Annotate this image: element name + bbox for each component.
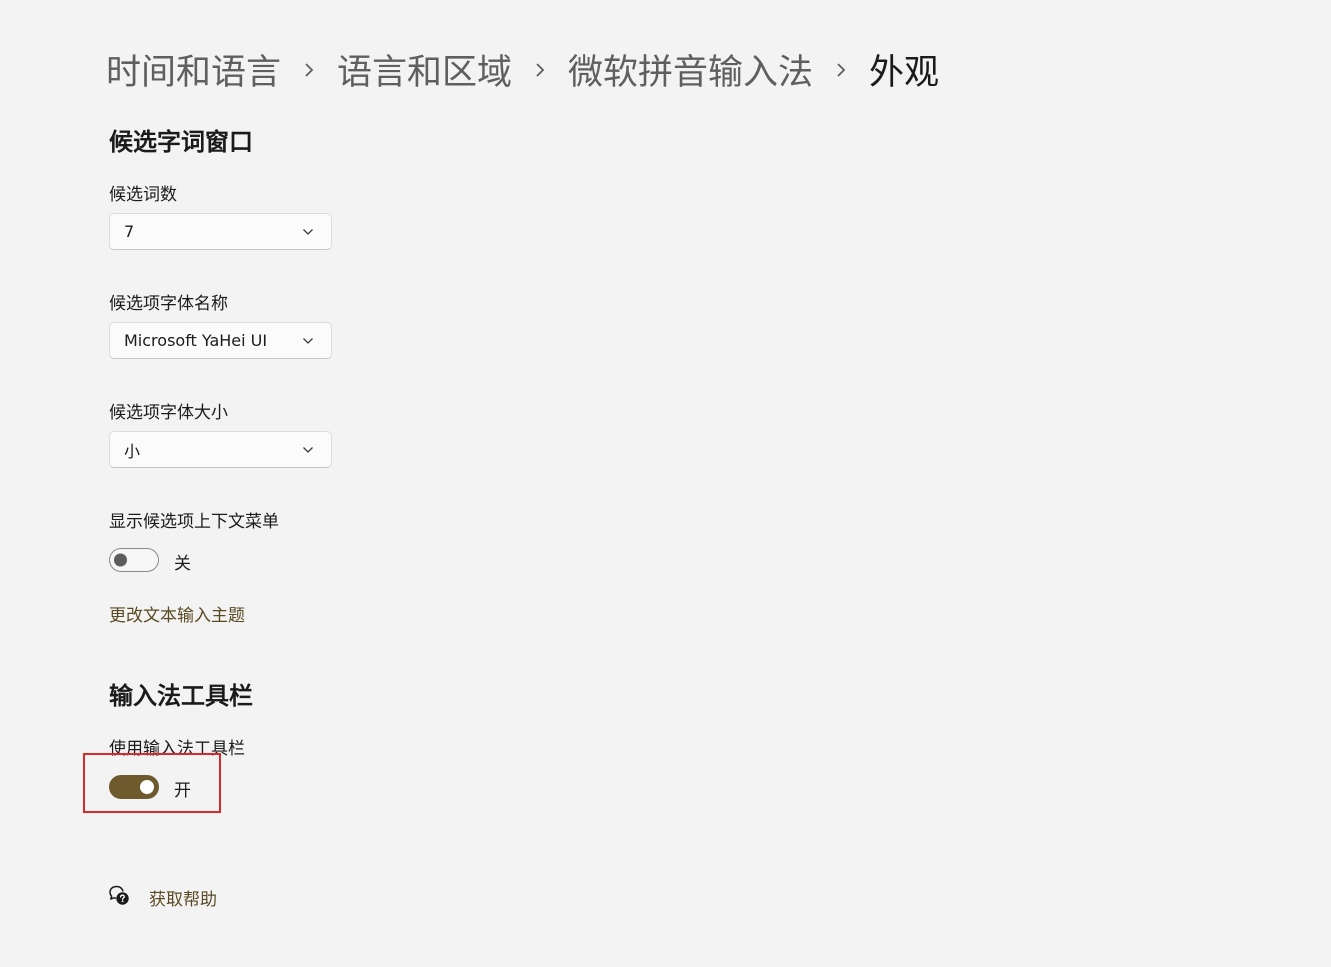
font-name-dropdown[interactable]: Microsoft YaHei UI bbox=[109, 322, 332, 359]
font-size-value: 小 bbox=[124, 441, 141, 461]
chevron-down-icon bbox=[301, 334, 315, 348]
toggle-knob bbox=[114, 553, 127, 567]
chevron-down-icon bbox=[301, 443, 315, 457]
context-menu-toggle-state: 关 bbox=[174, 554, 191, 574]
breadcrumb: 时间和语言 语言和区域 微软拼音输入法 外观 bbox=[106, 44, 939, 94]
chevron-down-icon bbox=[301, 225, 315, 239]
section-title-candidate-window: 候选字词窗口 bbox=[109, 128, 253, 156]
page-title: 外观 bbox=[869, 52, 940, 93]
font-name-label: 候选项字体名称 bbox=[109, 294, 228, 314]
candidate-count-dropdown[interactable]: 7 bbox=[109, 213, 332, 250]
font-name-value: Microsoft YaHei UI bbox=[124, 331, 268, 350]
help-chat-icon bbox=[108, 884, 130, 910]
breadcrumb-language-region[interactable]: 语言和区域 bbox=[337, 44, 512, 95]
font-size-dropdown[interactable]: 小 bbox=[109, 431, 332, 468]
candidate-count-value: 7 bbox=[124, 222, 135, 241]
breadcrumb-time-language[interactable]: 时间和语言 bbox=[106, 44, 281, 95]
breadcrumb-pinyin-ime[interactable]: 微软拼音输入法 bbox=[568, 44, 813, 95]
context-menu-toggle[interactable] bbox=[109, 548, 159, 572]
font-size-label: 候选项字体大小 bbox=[109, 403, 228, 423]
chevron-right-icon bbox=[512, 49, 568, 89]
get-help-label: 获取帮助 bbox=[149, 889, 217, 910]
get-help-link[interactable]: 获取帮助 bbox=[108, 884, 217, 910]
section-title-ime-toolbar: 输入法工具栏 bbox=[109, 682, 253, 710]
highlight-box bbox=[83, 753, 221, 813]
context-menu-label: 显示候选项上下文菜单 bbox=[109, 512, 279, 532]
chevron-right-icon bbox=[813, 49, 869, 89]
candidate-count-label: 候选词数 bbox=[109, 185, 177, 205]
change-theme-link[interactable]: 更改文本输入主题 bbox=[109, 601, 245, 626]
chevron-right-icon bbox=[281, 49, 337, 89]
